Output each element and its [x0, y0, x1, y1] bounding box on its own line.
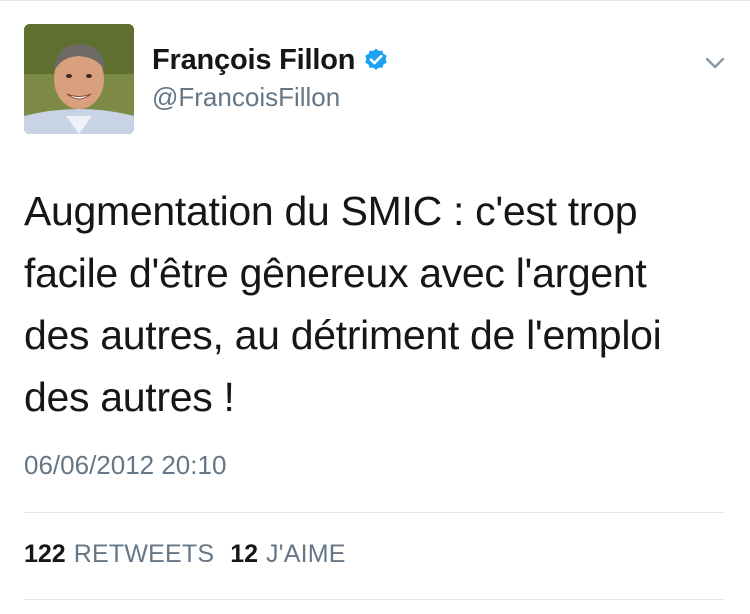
tweet-text: Augmentation du SMIC : c'est trop facile…: [24, 188, 662, 420]
tweet-timestamp[interactable]: 06/06/2012 20:10: [24, 450, 226, 481]
stats-divider-bottom: [24, 599, 724, 600]
profile-photo-icon: [24, 24, 134, 134]
avatar[interactable]: [24, 24, 134, 134]
retweets-stat[interactable]: 122 RETWEETS: [24, 540, 214, 569]
author-handle[interactable]: @FrancoisFillon: [152, 82, 340, 113]
stats-divider-top: [24, 512, 724, 513]
likes-count: 12: [230, 540, 259, 568]
retweets-label: RETWEETS: [73, 540, 215, 568]
chevron-down-icon[interactable]: [702, 50, 728, 76]
verified-badge-icon: [363, 47, 389, 73]
top-divider: [0, 0, 750, 1]
tweet-stats: 122 RETWEETS 12 J'AIME: [24, 540, 346, 569]
likes-label: J'AIME: [266, 540, 346, 568]
author-display-name[interactable]: François Fillon: [152, 44, 355, 77]
likes-stat[interactable]: 12 J'AIME: [230, 540, 345, 569]
author-name-row[interactable]: François Fillon: [152, 42, 389, 78]
retweets-count: 122: [24, 540, 66, 568]
